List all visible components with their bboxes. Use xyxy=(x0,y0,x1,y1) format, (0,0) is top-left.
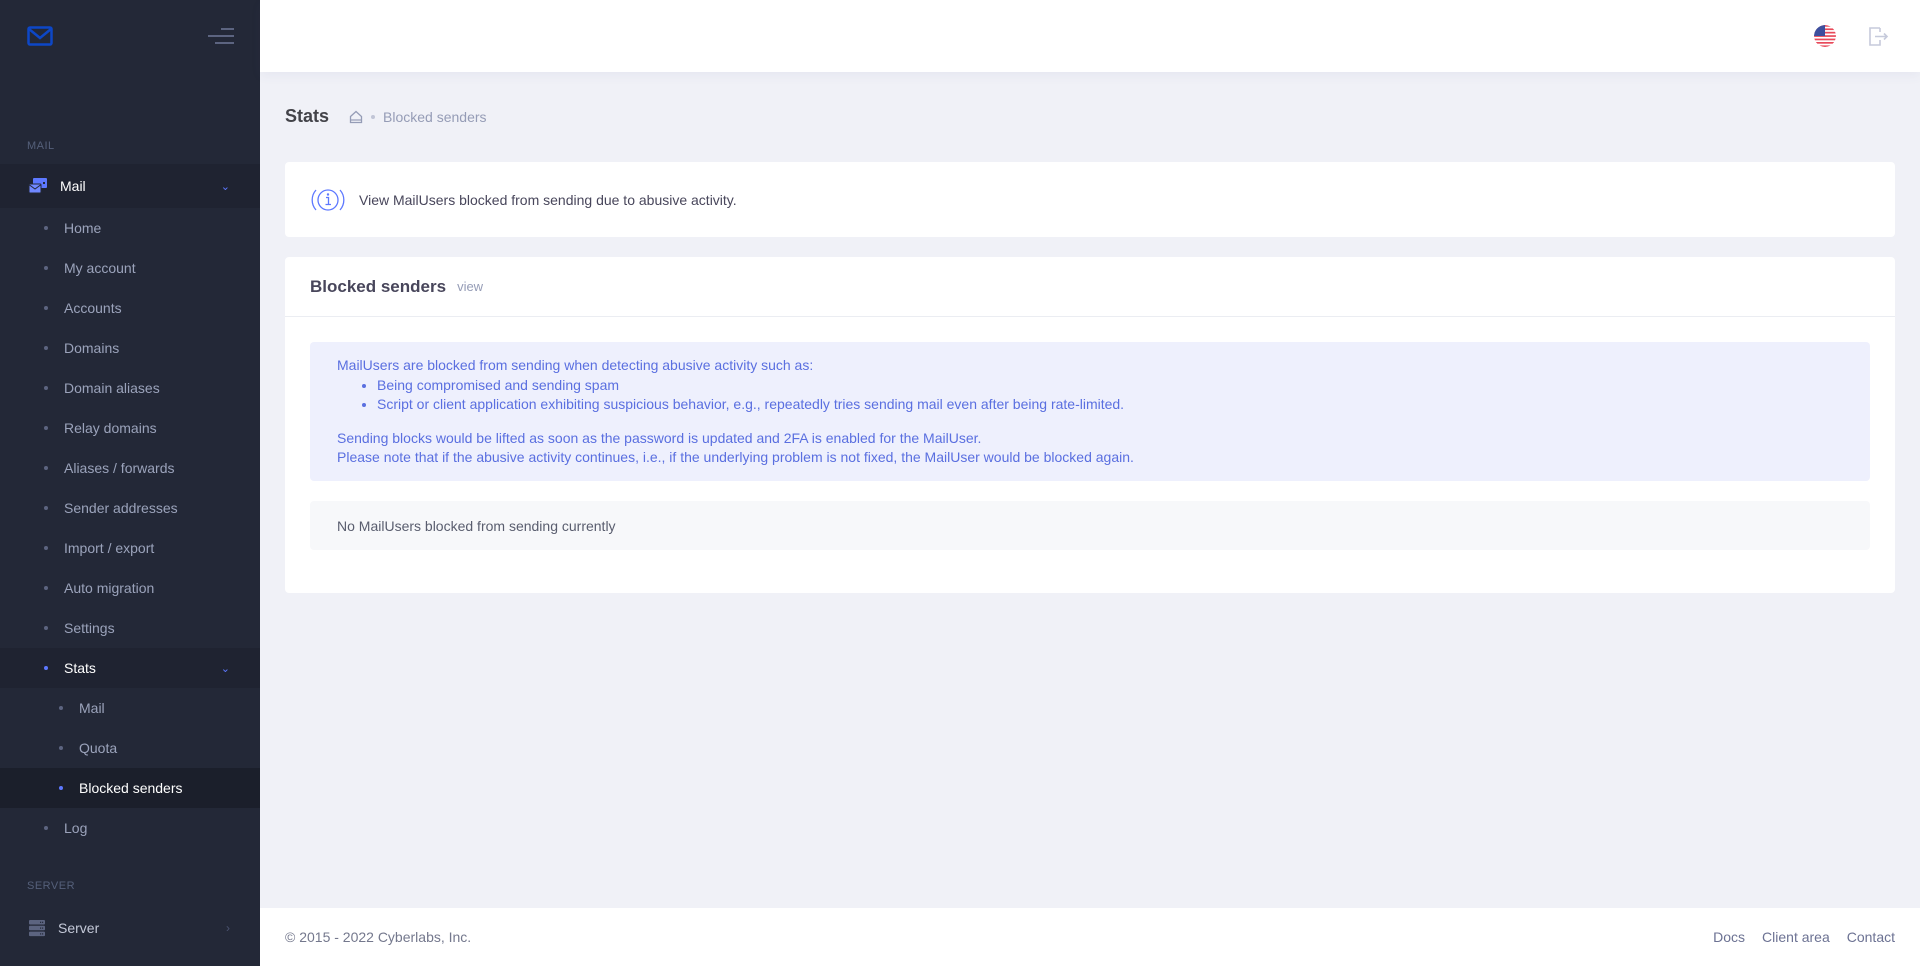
bullet-icon xyxy=(44,586,48,590)
bullet-icon xyxy=(44,226,48,230)
sidebar-item-relay-domains[interactable]: Relay domains xyxy=(0,408,260,448)
sidebar-item-label: Auto migration xyxy=(64,580,155,596)
sidebar-item-mail[interactable]: Mail ⌄ xyxy=(0,164,260,208)
sidebar: MAIL Mail ⌄ Home My account Accounts Dom… xyxy=(0,0,260,966)
sidebar-item-auto-migration[interactable]: Auto migration xyxy=(0,568,260,608)
sidebar-item-label: My account xyxy=(64,260,136,276)
card-header: Blocked senders view xyxy=(285,257,1895,317)
sidebar-item-label: Import / export xyxy=(64,540,155,556)
sidebar-item-stats[interactable]: Stats ⌄ xyxy=(0,648,260,688)
info-alert: MailUsers are blocked from sending when … xyxy=(310,342,1870,481)
sidebar-item-import-export[interactable]: Import / export xyxy=(0,528,260,568)
sidebar-item-label: Mail xyxy=(60,178,86,194)
mail-stack-icon xyxy=(28,178,47,194)
bullet-icon xyxy=(59,746,63,750)
server-icon xyxy=(29,920,45,937)
alert-line: Sending blocks would be lifted as soon a… xyxy=(337,429,982,446)
blocked-senders-card: Blocked senders view MailUsers are block… xyxy=(285,257,1895,593)
footer-link-client-area[interactable]: Client area xyxy=(1762,929,1830,945)
section-label-server: SERVER xyxy=(27,880,76,892)
sidebar-item-label: Settings xyxy=(64,620,115,636)
sidebar-item-label: Mail xyxy=(79,700,105,716)
menu-toggle-icon[interactable] xyxy=(208,26,236,46)
sidebar-item-aliases-forwards[interactable]: Aliases / forwards xyxy=(0,448,260,488)
alert-line: Please note that if the abusive activity… xyxy=(337,449,1134,465)
card-title: Blocked senders xyxy=(310,276,447,296)
bullet-icon xyxy=(44,826,48,830)
sidebar-item-label: Relay domains xyxy=(64,420,157,436)
bullet-icon xyxy=(59,706,63,710)
sidebar-item-settings[interactable]: Settings xyxy=(0,608,260,648)
sidebar-item-stats-quota[interactable]: Quota xyxy=(0,728,260,768)
info-icon xyxy=(311,188,345,211)
chevron-down-icon: ⌄ xyxy=(220,180,230,193)
sidebar-item-label: Aliases / forwards xyxy=(64,460,175,476)
copyright: © 2015 - 2022 Cyberlabs, Inc. xyxy=(285,929,472,945)
sidebar-item-label: Server xyxy=(58,920,100,936)
footer-link-docs[interactable]: Docs xyxy=(1713,929,1745,945)
footer-link-contact[interactable]: Contact xyxy=(1847,929,1895,945)
bullet-icon xyxy=(44,266,48,270)
breadcrumb-separator xyxy=(371,114,376,119)
info-text: View MailUsers blocked from sending due … xyxy=(359,191,737,208)
bullet-icon xyxy=(44,666,48,670)
logout-icon[interactable] xyxy=(1866,24,1890,48)
bullet-icon xyxy=(44,386,48,390)
footer: © 2015 - 2022 Cyberlabs, Inc. Docs Clien… xyxy=(260,908,1920,966)
alert-list: Being compromised and sending spam Scrip… xyxy=(377,376,1843,415)
sidebar-item-server[interactable]: Server › xyxy=(0,906,260,950)
alert-intro: MailUsers are blocked from sending when … xyxy=(337,357,814,373)
us-flag-icon[interactable] xyxy=(1814,25,1836,47)
sidebar-item-label: Quota xyxy=(79,740,118,756)
top-header xyxy=(260,0,1920,72)
bullet-icon xyxy=(44,426,48,430)
sidebar-item-label: Stats xyxy=(64,660,96,676)
sidebar-item-blocked-senders[interactable]: Blocked senders xyxy=(0,768,260,808)
alert-bullet: Script or client application exhibiting … xyxy=(377,395,1843,415)
sidebar-item-home[interactable]: Home xyxy=(0,208,260,248)
footer-links: Docs Client area Contact xyxy=(1696,929,1895,945)
bullet-icon xyxy=(44,306,48,310)
sidebar-item-label: Home xyxy=(64,220,102,236)
bullet-icon xyxy=(59,786,63,790)
bullet-icon xyxy=(44,466,48,470)
sidebar-item-label: Domain aliases xyxy=(64,380,160,396)
empty-state: No MailUsers blocked from sending curren… xyxy=(310,501,1870,550)
breadcrumb-item[interactable]: Blocked senders xyxy=(383,109,487,125)
sidebar-item-label: Log xyxy=(64,820,88,836)
sidebar-item-label: Domains xyxy=(64,340,120,356)
bullet-icon xyxy=(44,346,48,350)
subheader: Stats Blocked senders xyxy=(285,106,487,127)
brand xyxy=(0,0,260,72)
chevron-right-icon: › xyxy=(226,921,230,935)
sidebar-item-sender-addresses[interactable]: Sender addresses xyxy=(0,488,260,528)
bullet-icon xyxy=(44,506,48,510)
alert-bullet: Being compromised and sending spam xyxy=(377,376,1843,396)
sidebar-item-label: Blocked senders xyxy=(79,780,183,796)
home-icon[interactable] xyxy=(349,110,363,124)
sidebar-item-label: Accounts xyxy=(64,300,122,316)
bullet-icon xyxy=(44,546,48,550)
card-subtitle: view xyxy=(457,279,484,294)
sidebar-item-accounts[interactable]: Accounts xyxy=(0,288,260,328)
sidebar-item-label: Sender addresses xyxy=(64,500,178,516)
bullet-icon xyxy=(44,626,48,630)
sidebar-item-my-account[interactable]: My account xyxy=(0,248,260,288)
envelope-icon[interactable] xyxy=(27,26,53,46)
sidebar-item-log[interactable]: Log xyxy=(0,808,260,848)
sidebar-item-domains[interactable]: Domains xyxy=(0,328,260,368)
page-title: Stats xyxy=(285,106,330,126)
section-label-mail: MAIL xyxy=(27,140,55,152)
info-card: View MailUsers blocked from sending due … xyxy=(285,162,1895,237)
sidebar-item-stats-mail[interactable]: Mail xyxy=(0,688,260,728)
chevron-down-icon: ⌄ xyxy=(220,662,230,675)
sidebar-item-domain-aliases[interactable]: Domain aliases xyxy=(0,368,260,408)
